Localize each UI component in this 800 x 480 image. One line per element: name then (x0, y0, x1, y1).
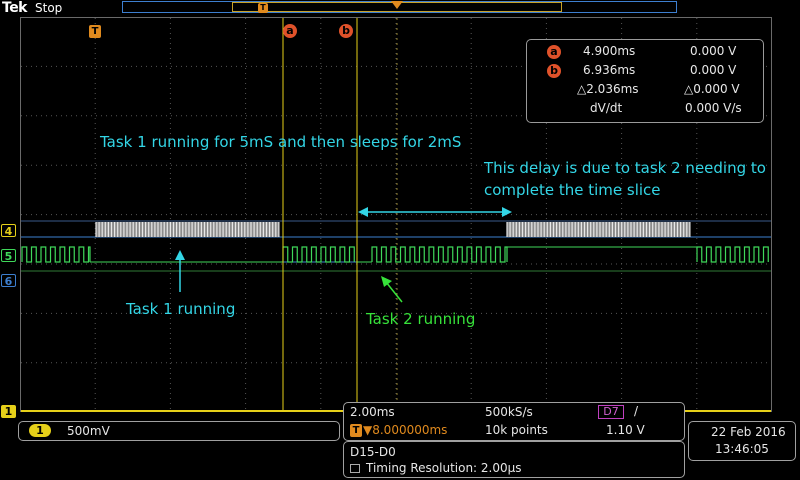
cursor-a-marker[interactable]: a (283, 24, 297, 38)
annotation-delay-line1: This delay is due to task 2 needing to (484, 159, 766, 177)
d5-pulse-train-4 (696, 246, 769, 263)
cursor-b-value: 0.000 V (690, 63, 737, 77)
annotation-task2-running: Task 2 running (366, 310, 476, 328)
trigger-source-badge: D7 (598, 405, 624, 419)
readout-b-badge: b (547, 64, 561, 78)
channel-1-ground-marker[interactable]: 1 (1, 405, 16, 418)
cursor-readout-panel: a 4.900ms 0.000 V b 6.936ms 0.000 V △2.0… (526, 39, 764, 123)
cursor-a-value: 0.000 V (690, 44, 737, 58)
trigger-position-marker[interactable]: T (89, 25, 101, 38)
record-length: 10k points (485, 423, 548, 437)
d5-pulse-train-3 (371, 246, 508, 263)
timebase-value: 2.00ms (350, 405, 395, 419)
slope-label: dV/dt (590, 101, 623, 115)
task2-arrow-head (381, 276, 392, 287)
timing-resolution: Timing Resolution: 2.00µs (366, 461, 522, 475)
delay-arrow-left-head (358, 207, 368, 217)
annotation-task1-running: Task 1 running (126, 300, 236, 318)
task2-arrow-line (385, 281, 403, 303)
bus-name: D15-D0 (350, 445, 396, 459)
readout-a-badge: a (547, 45, 561, 59)
trigger-level: 1.10 V (606, 423, 645, 437)
bus-timing-panel[interactable]: D15-D0 Timing Resolution: 2.00µs (343, 441, 685, 478)
timing-resolution-icon (350, 464, 360, 473)
d5-pulse-train-2 (282, 246, 355, 263)
cursor-delta-value: △0.000 V (684, 82, 740, 96)
cursor-b-time: 6.936ms (583, 63, 636, 77)
horizontal-trigger-panel[interactable]: 2.00ms 500kS/s D7 / T ▼8.000000ms 10k po… (343, 402, 685, 441)
annotation-task1-sleep: Task 1 running for 5mS and then sleeps f… (100, 133, 462, 151)
trigger-position-badge: T (350, 424, 362, 437)
task1-arrow-head (175, 250, 185, 260)
datetime-panel[interactable]: 22 Feb 2016 13:46:05 (688, 421, 796, 461)
cursor-b-marker[interactable]: b (339, 24, 353, 38)
channel1-badge: 1 (29, 424, 51, 437)
channel-d6-label[interactable]: 6 (1, 274, 16, 288)
sample-rate: 500kS/s (485, 405, 533, 419)
annotation-delay-line2: complete the time slice (484, 181, 661, 199)
delay-arrow-right-head (502, 207, 512, 217)
trigger-slope-icon: / (634, 404, 639, 418)
channel1-scale: 500mV (67, 424, 110, 438)
channel-d5-label[interactable]: 5 (1, 249, 16, 263)
date-display: 22 Feb 2016 (711, 425, 786, 439)
trigger-position-value: ▼8.000000ms (363, 423, 448, 437)
channel-d4-label[interactable]: 4 (1, 224, 16, 238)
cursor-a-time: 4.900ms (583, 44, 636, 58)
d5-pulse-train-1 (21, 246, 91, 263)
slope-value: 0.000 V/s (685, 101, 742, 115)
channel1-scale-panel[interactable]: 1 500mV (18, 421, 340, 441)
cursor-delta-time: △2.036ms (577, 82, 639, 96)
time-display: 13:46:05 (715, 442, 769, 456)
